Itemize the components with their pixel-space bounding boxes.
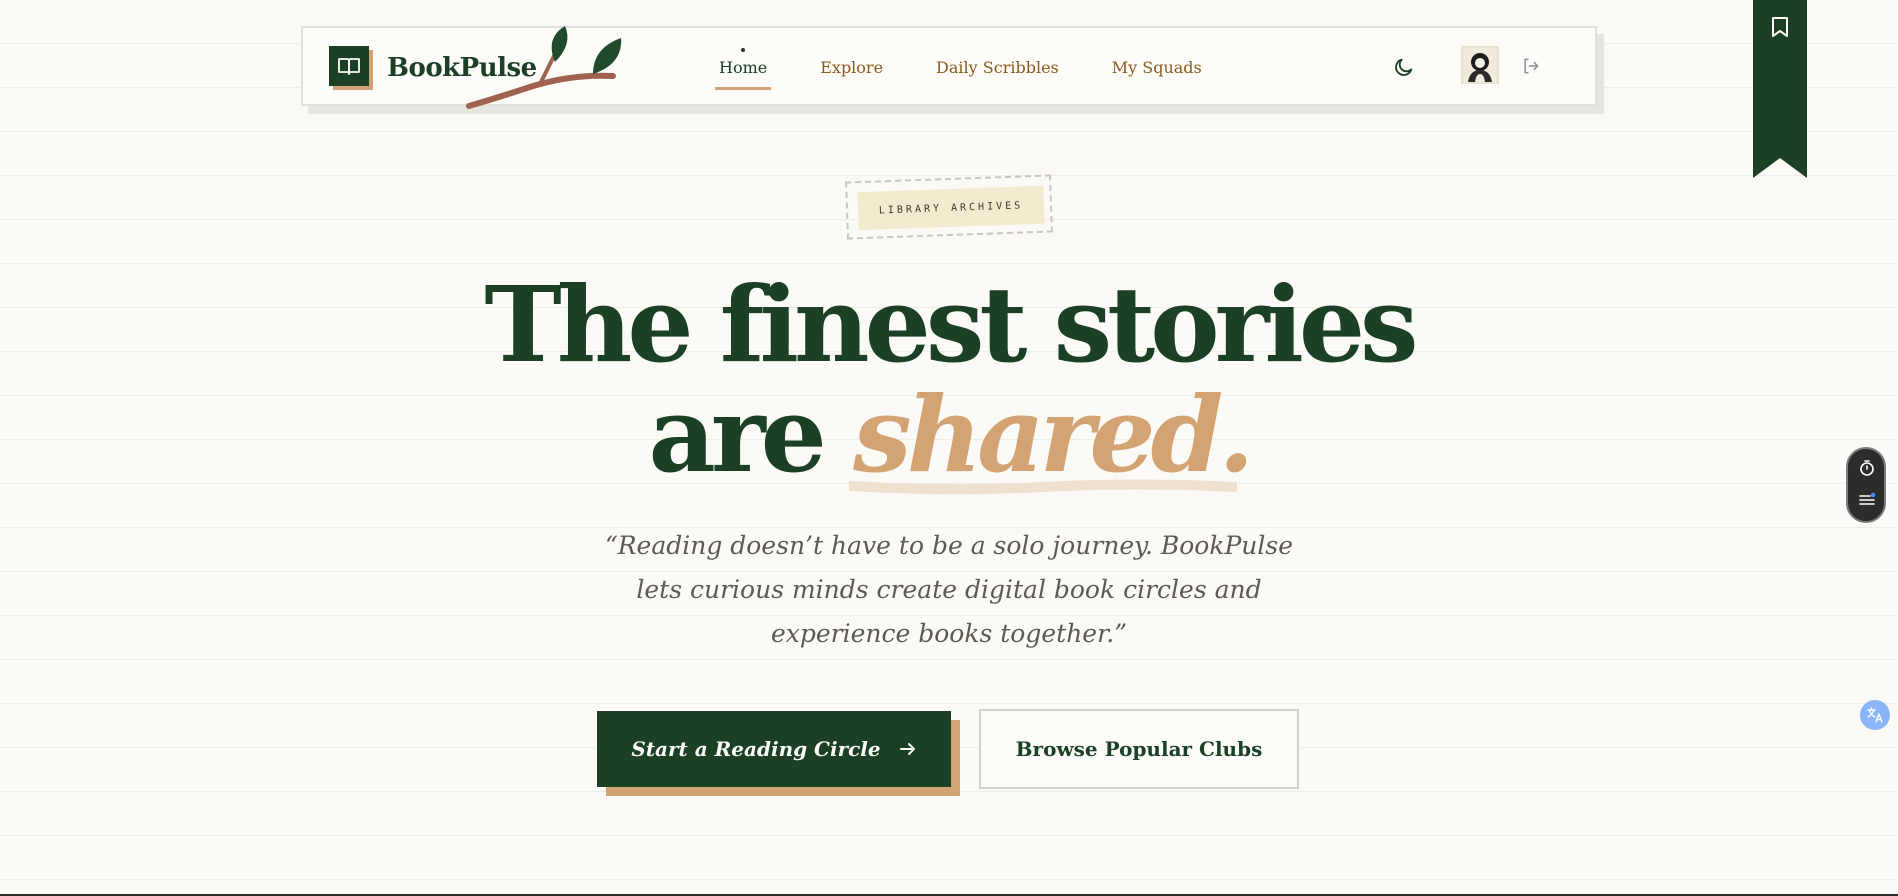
translate-icon[interactable] [1860,700,1890,730]
nav-home-label: Home [719,58,768,77]
logout-icon[interactable] [1521,56,1541,76]
accent-underline [849,479,1237,495]
arrow-right-icon [899,743,915,755]
branch-leaves-illustration [466,26,622,109]
start-reading-circle-button[interactable]: Start a Reading Circle [597,711,951,787]
book-open-icon [329,46,369,86]
browse-popular-clubs-label: Browse Popular Clubs [1015,737,1263,761]
start-reading-circle-label: Start a Reading Circle [631,737,881,761]
moon-icon[interactable] [1393,56,1415,78]
bookmark-ribbon[interactable] [1753,0,1807,178]
hero-quote: “Reading doesn’t have to be a solo journ… [604,531,1294,648]
nav-explore-label: Explore [820,58,884,77]
browse-popular-clubs-button[interactable]: Browse Popular Clubs [979,709,1299,789]
main-nav: Home Explore Daily Scribbles My Squads [715,46,1251,90]
logo-mark [329,46,373,90]
user-avatar[interactable] [1461,46,1499,84]
nav-home[interactable]: Home [715,46,772,90]
nav-daily-scribbles-label: Daily Scribbles [936,58,1059,77]
app-root: BookPulse Home Explore Daily Scribbles M… [0,0,1898,896]
nav-explore[interactable]: Explore [816,46,887,90]
hero-headline: The finest stories are shared. [0,270,1898,490]
headline-line-2: are shared. [0,380,1898,490]
list-icon[interactable] [1858,491,1876,509]
active-indicator-dot [741,48,746,52]
tag-label: LIBRARY ARCHIVES [857,185,1045,231]
library-archives-tag: LIBRARY ARCHIVES [845,174,1053,240]
avatar-photo [1463,48,1497,82]
floating-tools-widget [1846,447,1886,523]
nav-daily-scribbles[interactable]: Daily Scribbles [932,46,1063,90]
headline-line-2-plain: are [648,373,854,496]
nav-my-squads[interactable]: My Squads [1108,46,1206,90]
timer-icon[interactable] [1858,459,1876,477]
headline-line-1: The finest stories [484,263,1418,386]
top-navbar: BookPulse Home Explore Daily Scribbles M… [301,26,1597,109]
nav-my-squads-label: My Squads [1111,58,1202,77]
translate-glyph [1867,707,1883,723]
